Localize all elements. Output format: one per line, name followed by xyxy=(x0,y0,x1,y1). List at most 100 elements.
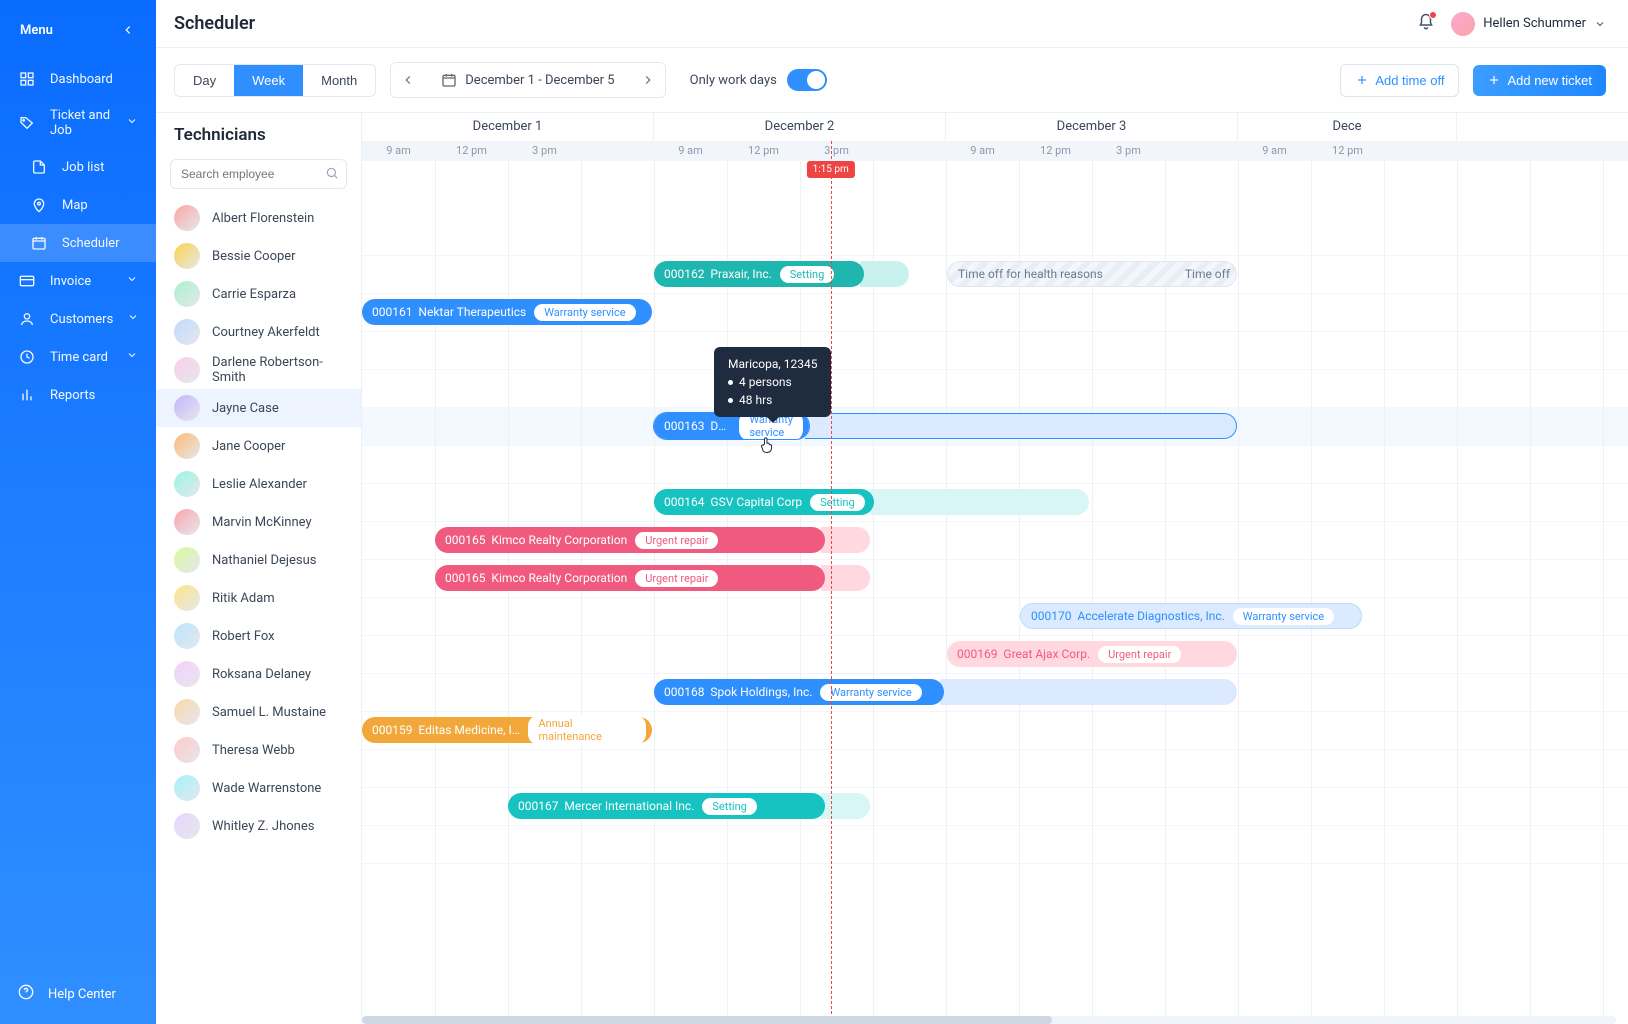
technician-row[interactable]: Wade Warrenstone xyxy=(156,769,361,807)
sidebar-item-joblist[interactable]: Job list xyxy=(0,148,156,186)
page-title: Scheduler xyxy=(174,13,255,34)
sidebar-item-label: Time card xyxy=(50,350,108,365)
technician-row[interactable]: Bessie Cooper xyxy=(156,237,361,275)
tag-icon xyxy=(18,114,36,132)
topbar: Scheduler Hellen Schummer xyxy=(156,0,1628,48)
pin-icon xyxy=(30,196,48,214)
event-tag: Setting xyxy=(810,494,865,511)
event-tag: Warranty service xyxy=(1233,608,1334,625)
event-label: 000168 Spok Holdings, Inc. xyxy=(664,685,812,699)
technician-row[interactable]: Albert Florenstein xyxy=(156,199,361,237)
ticket-bar[interactable]: 000161 Nektar Therapeutics Warranty servi… xyxy=(362,299,652,325)
sidebar-item-label: Reports xyxy=(50,388,95,403)
chevron-down-icon xyxy=(126,273,138,289)
file-icon xyxy=(30,158,48,176)
help-center-label: Help Center xyxy=(48,987,116,1002)
technician-name: Nathaniel Dejesus xyxy=(212,553,316,568)
event-tag: Urgent repair xyxy=(635,570,718,587)
technician-row[interactable]: Marvin McKinney xyxy=(156,503,361,541)
event-label: 000163 Denny's Corporation xyxy=(664,419,731,433)
technician-name: Samuel L. Mustaine xyxy=(212,705,326,720)
event-tag: Warranty service xyxy=(534,304,635,321)
technician-name: Marvin McKinney xyxy=(212,515,312,530)
hour-label: 12 pm xyxy=(1311,141,1384,161)
sidebar-item-customers[interactable]: Customers xyxy=(0,300,156,338)
avatar xyxy=(174,357,200,383)
workdays-label: Only work days xyxy=(690,73,777,88)
ticket-bar[interactable]: 000164 GSV Capital Corp Setting xyxy=(654,489,874,515)
add-new-ticket-button[interactable]: Add new ticket xyxy=(1473,65,1606,96)
day-label: Dece xyxy=(1238,113,1457,141)
clock-icon xyxy=(18,348,36,366)
avatar xyxy=(174,547,200,573)
day-label: December 1 xyxy=(362,113,654,141)
ticket-bar[interactable]: 000167 Mercer International Inc.Setting xyxy=(508,793,825,819)
technician-row[interactable]: Nathaniel Dejesus xyxy=(156,541,361,579)
hour-label: 9 am xyxy=(946,141,1019,161)
ticket-bar[interactable]: 000165 Kimco Realty CorporationUrgent re… xyxy=(435,527,825,553)
notifications-button[interactable] xyxy=(1417,13,1435,35)
timeline[interactable]: December 1December 2December 3Dece 9 am1… xyxy=(362,113,1628,1024)
sidebar-item-map[interactable]: Map xyxy=(0,186,156,224)
technician-row[interactable]: Samuel L. Mustaine xyxy=(156,693,361,731)
help-center-link[interactable]: Help Center xyxy=(0,968,156,1024)
sidebar-item-timecard[interactable]: Time card xyxy=(0,338,156,376)
avatar xyxy=(174,243,200,269)
technician-row[interactable]: Courtney Akerfeldt xyxy=(156,313,361,351)
help-icon xyxy=(18,984,34,1000)
technician-row[interactable]: Whitley Z. Jhones xyxy=(156,807,361,845)
workdays-toggle[interactable] xyxy=(787,69,827,91)
hour-label: 3 pm xyxy=(800,141,873,161)
chevron-left-icon xyxy=(121,23,135,37)
hour-label: 3 pm xyxy=(1092,141,1165,161)
ticket-bar[interactable]: Time off for health reasonsTime off xyxy=(947,261,1237,287)
event-label: Time off xyxy=(1185,267,1230,281)
ticket-bar[interactable]: 000169 Great Ajax Corp.Urgent repair xyxy=(947,641,1237,667)
view-week-button[interactable]: Week xyxy=(234,65,303,96)
view-month-button[interactable]: Month xyxy=(303,65,375,96)
sidebar-item-reports[interactable]: Reports xyxy=(0,376,156,414)
sidebar-item-label: Customers xyxy=(50,312,113,327)
add-time-off-button[interactable]: Add time off xyxy=(1340,64,1459,97)
collapse-sidebar-button[interactable] xyxy=(116,18,140,42)
date-range-label: December 1 - December 5 xyxy=(465,73,614,88)
technician-name: Albert Florenstein xyxy=(212,211,314,226)
event-tag: Annual maintenance xyxy=(528,715,646,745)
ticket-bar[interactable]: 000168 Spok Holdings, Inc. Warranty servi… xyxy=(654,679,944,705)
technician-name: Bessie Cooper xyxy=(212,249,296,264)
event-tag: Warranty service xyxy=(820,684,921,701)
event-tag: Urgent repair xyxy=(1098,646,1181,663)
technician-row[interactable]: Leslie Alexander xyxy=(156,465,361,503)
search-technician-input[interactable] xyxy=(170,159,347,189)
technician-name: Courtney Akerfeldt xyxy=(212,325,320,340)
technician-row[interactable]: Carrie Esparza xyxy=(156,275,361,313)
event-label: 000161 Nektar Therapeutics xyxy=(372,305,526,319)
technician-row[interactable]: Darlene Robertson-Smith xyxy=(156,351,361,389)
technician-row[interactable]: Ritik Adam xyxy=(156,579,361,617)
technician-row[interactable]: Robert Fox xyxy=(156,617,361,655)
technician-row[interactable]: Jayne Case xyxy=(156,389,361,427)
user-menu[interactable]: Hellen Schummer xyxy=(1451,12,1606,36)
technician-name: Leslie Alexander xyxy=(212,477,307,492)
date-range-button[interactable]: December 1 - December 5 xyxy=(425,63,630,97)
event-label: 000162 Praxair, Inc. xyxy=(664,267,772,281)
sidebar-item-ticketjob[interactable]: Ticket and Job xyxy=(0,98,156,148)
next-range-button[interactable] xyxy=(631,63,665,97)
technician-row[interactable]: Theresa Webb xyxy=(156,731,361,769)
prev-range-button[interactable] xyxy=(391,63,425,97)
calendar-icon xyxy=(441,72,457,88)
view-day-button[interactable]: Day xyxy=(175,65,234,96)
sidebar-item-dashboard[interactable]: Dashboard xyxy=(0,60,156,98)
ticket-bar[interactable]: 000165 Kimco Realty CorporationUrgent re… xyxy=(435,565,825,591)
technician-row[interactable]: Roksana Delaney xyxy=(156,655,361,693)
sidebar-item-scheduler[interactable]: Scheduler xyxy=(0,224,156,262)
ticket-bar[interactable]: 000159 Editas Medicine, IncAnnual mainte… xyxy=(362,717,652,743)
ticket-bar[interactable]: 000162 Praxair, Inc. Setting xyxy=(654,261,864,287)
ticket-bar[interactable]: 000170 Accelerate Diagnostics, Inc.Warra… xyxy=(1020,603,1362,629)
event-label: 000164 GSV Capital Corp xyxy=(664,495,802,509)
event-tag: Setting xyxy=(780,266,835,283)
technician-row[interactable]: Jane Cooper xyxy=(156,427,361,465)
avatar xyxy=(174,775,200,801)
sidebar-item-invoice[interactable]: Invoice xyxy=(0,262,156,300)
timeline-scrollbar[interactable] xyxy=(362,1016,1616,1024)
